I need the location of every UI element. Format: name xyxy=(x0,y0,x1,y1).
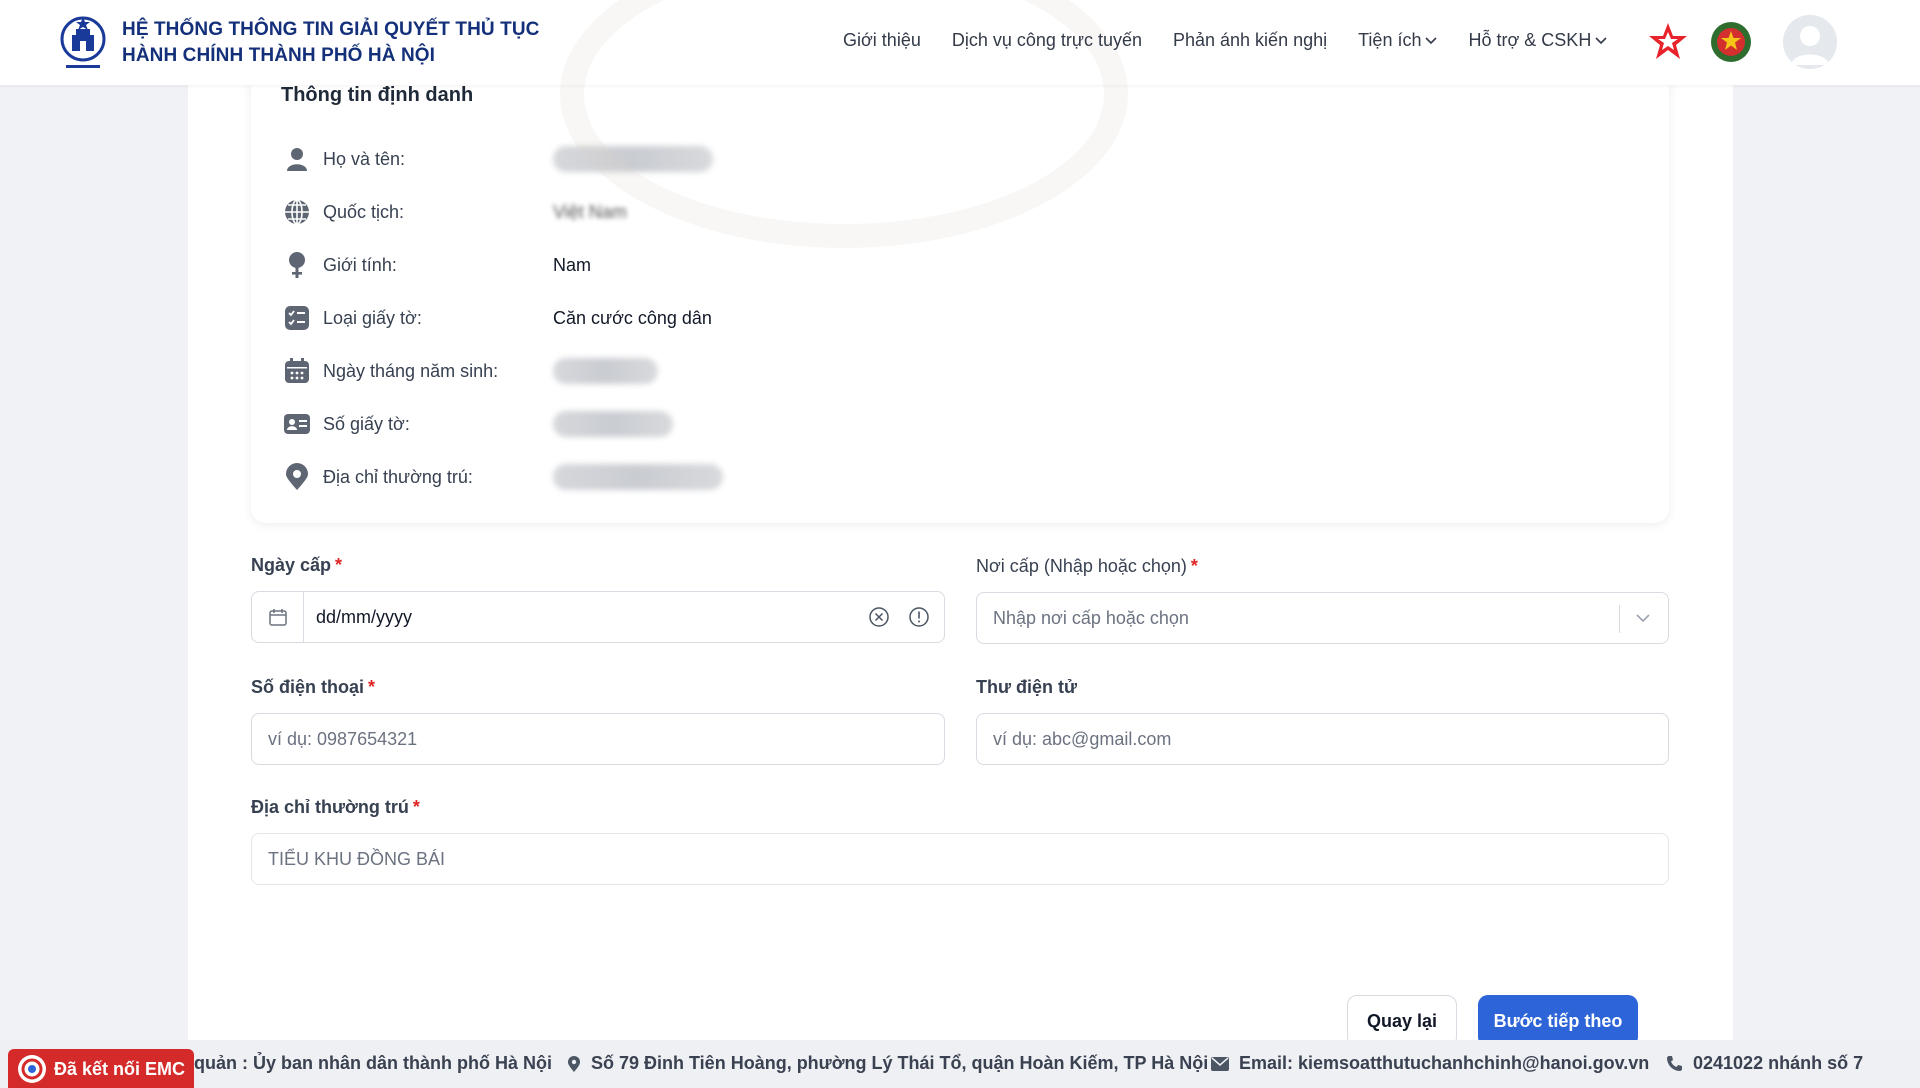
phone-label: Số điện thoại * xyxy=(251,677,375,698)
main-nav: Giới thiệu Dịch vụ công trực tuyến Phản … xyxy=(843,30,1638,51)
identity-label: Ngày tháng năm sinh: xyxy=(323,360,499,381)
clear-icon[interactable] xyxy=(868,606,890,628)
issue-date-label: Ngày cấp * xyxy=(251,555,342,576)
nav-item-label: Dịch vụ công trực tuyến xyxy=(951,30,1142,50)
footer-address-text: Số 79 Đinh Tiên Hoàng, phường Lý Thái Tổ… xyxy=(591,1053,1209,1073)
email-label-text: Thư điện tử xyxy=(976,677,1078,697)
calendar-icon xyxy=(283,357,311,385)
nav-item-label: Giới thiệu xyxy=(843,30,921,50)
identity-label: Địa chỉ thường trú: xyxy=(323,466,473,487)
issue-date-label-text: Ngày cấp xyxy=(251,555,332,575)
id-card-icon xyxy=(283,410,311,438)
nationality-text: Việt Nam xyxy=(553,201,627,222)
emc-connected-badge[interactable]: Đã kết nối EMC xyxy=(8,1049,194,1088)
footer-email[interactable]: Email: kiemsoatthutuchanhchinh@hanoi.gov… xyxy=(1211,1053,1649,1074)
footer-phone-text: 0241022 nhánh số 7 xyxy=(1693,1053,1864,1073)
date-actions xyxy=(850,606,930,628)
footer-phone[interactable]: 0241022 nhánh số 7 xyxy=(1666,1053,1863,1074)
required-mark: * xyxy=(368,677,376,697)
phone-icon xyxy=(1666,1055,1683,1072)
address-label: Địa chỉ thường trú * xyxy=(251,797,420,818)
identity-value-gender: Nam xyxy=(553,254,592,275)
footer-agency-text: quản : Ủy ban nhân dân thành phố Hà Nội xyxy=(194,1053,552,1073)
phone-label-text: Số điện thoại xyxy=(251,677,365,697)
nav-item-label: Tiện ích xyxy=(1358,30,1422,50)
identity-value-nationality: Việt Nam xyxy=(553,202,627,223)
identity-card-title: Thông tin định danh xyxy=(281,84,474,106)
brand-line-1: HỆ THỐNG THÔNG TIN GIẢI QUYẾT THỦ TỤC xyxy=(122,19,540,40)
identity-label: Họ và tên: xyxy=(323,148,406,169)
location-icon xyxy=(567,1055,581,1073)
emc-logo-icon xyxy=(18,1055,46,1083)
identity-row-gender: Giới tính: Nam xyxy=(283,248,843,282)
site-header: HỆ THỐNG THÔNG TIN GIẢI QUYẾT THỦ TỤC HÀ… xyxy=(0,0,1920,248)
nav-item-phan-anh[interactable]: Phản ánh kiến nghị xyxy=(1173,30,1327,51)
emc-badge-text: Đã kết nối EMC xyxy=(54,1058,186,1079)
chevron-down-icon xyxy=(1425,34,1438,48)
select-divider xyxy=(1619,605,1620,633)
email-input[interactable]: ví dụ: abc@gmail.com xyxy=(976,713,1669,765)
brand-line-2: HÀNH CHÍNH THÀNH PHỐ HÀ NỘI xyxy=(122,45,436,66)
address-input[interactable]: TIỂU KHU ĐỒNG BÁI xyxy=(251,833,1669,885)
user-avatar[interactable] xyxy=(1783,15,1837,69)
identity-row-doc-number: Số giấy tờ: xyxy=(283,407,843,441)
chevron-down-icon xyxy=(1595,34,1607,48)
nav-item-ho-tro[interactable]: Hỗ trợ & CSKH xyxy=(1468,30,1607,51)
footer-address: Số 79 Đinh Tiên Hoàng, phường Lý Thái Tổ… xyxy=(567,1053,1208,1074)
calendar-icon[interactable] xyxy=(252,592,304,642)
police-emblem-icon[interactable] xyxy=(1709,20,1753,64)
gender-icon xyxy=(283,251,311,279)
required-mark: * xyxy=(335,555,343,575)
person-icon xyxy=(283,145,311,173)
issue-place-label: Nơi cấp (Nhập hoặc chọn) * xyxy=(976,556,1198,577)
address-label-text: Địa chỉ thường trú xyxy=(251,797,409,817)
footer-agency: quản : Ủy ban nhân dân thành phố Hà Nội xyxy=(194,1053,552,1074)
issue-place-placeholder: Nhập nơi cấp hoặc chọn xyxy=(993,607,1189,628)
nav-item-label: Hỗ trợ & CSKH xyxy=(1468,30,1592,50)
required-mark: * xyxy=(1190,556,1198,576)
issue-place-label-text: Nơi cấp (Nhập hoặc chọn) xyxy=(976,556,1187,576)
issue-date-input[interactable]: dd/mm/yyyy xyxy=(251,591,945,643)
identity-row-address: Địa chỉ thường trú: xyxy=(283,460,843,494)
site-footer: quản : Ủy ban nhân dân thành phố Hà Nội … xyxy=(0,1040,1920,1088)
brand-text: HỆ THỐNG THÔNG TIN GIẢI QUYẾT THỦ TỤC HÀ… xyxy=(122,17,539,69)
location-icon xyxy=(283,463,311,491)
star-emblem-icon[interactable] xyxy=(1646,20,1690,64)
checklist-icon xyxy=(283,304,311,332)
identity-row-doc-type: Loại giấy tờ: Căn cước công dân xyxy=(283,301,843,335)
issue-date-value: dd/mm/yyyy xyxy=(316,606,413,627)
identity-label: Số giấy tờ: xyxy=(323,413,410,434)
mail-icon xyxy=(1211,1056,1229,1071)
identity-label: Loại giấy tờ: xyxy=(323,307,422,328)
identity-label: Giới tính: xyxy=(323,254,397,275)
phone-placeholder: ví dụ: 0987654321 xyxy=(268,728,418,749)
nav-item-tien-ich[interactable]: Tiện ích xyxy=(1358,30,1438,51)
identity-label: Quốc tịch: xyxy=(323,201,405,222)
email-label: Thư điện tử xyxy=(976,677,1077,698)
brand-logo-link[interactable]: HỆ THỐNG THÔNG TIN GIẢI QUYẾT THỦ TỤC HÀ… xyxy=(58,13,539,73)
nav-item-label: Phản ánh kiến nghị xyxy=(1172,30,1328,50)
nav-item-gioi-thieu[interactable]: Giới thiệu xyxy=(843,30,921,51)
issue-place-select[interactable]: Nhập nơi cấp hoặc chọn xyxy=(976,592,1669,644)
redacted-value xyxy=(553,464,723,490)
email-placeholder: ví dụ: abc@gmail.com xyxy=(993,728,1172,749)
globe-icon xyxy=(283,198,311,226)
redacted-value xyxy=(553,411,673,437)
chevron-down-icon[interactable] xyxy=(1634,609,1652,632)
phone-input[interactable]: ví dụ: 0987654321 xyxy=(251,713,945,765)
identity-value-doc-type: Căn cước công dân xyxy=(553,307,712,328)
nav-item-dich-vu-cong[interactable]: Dịch vụ công trực tuyến xyxy=(952,30,1142,51)
redacted-value xyxy=(553,358,658,384)
hanoi-logo-icon xyxy=(58,13,108,73)
address-value: TIỂU KHU ĐỒNG BÁI xyxy=(268,848,446,869)
required-mark: * xyxy=(412,797,420,817)
identity-row-birthdate: Ngày tháng năm sinh: xyxy=(283,354,843,388)
footer-email-text: Email: kiemsoatthutuchanhchinh@hanoi.gov… xyxy=(1239,1053,1650,1073)
info-icon[interactable] xyxy=(908,606,930,628)
